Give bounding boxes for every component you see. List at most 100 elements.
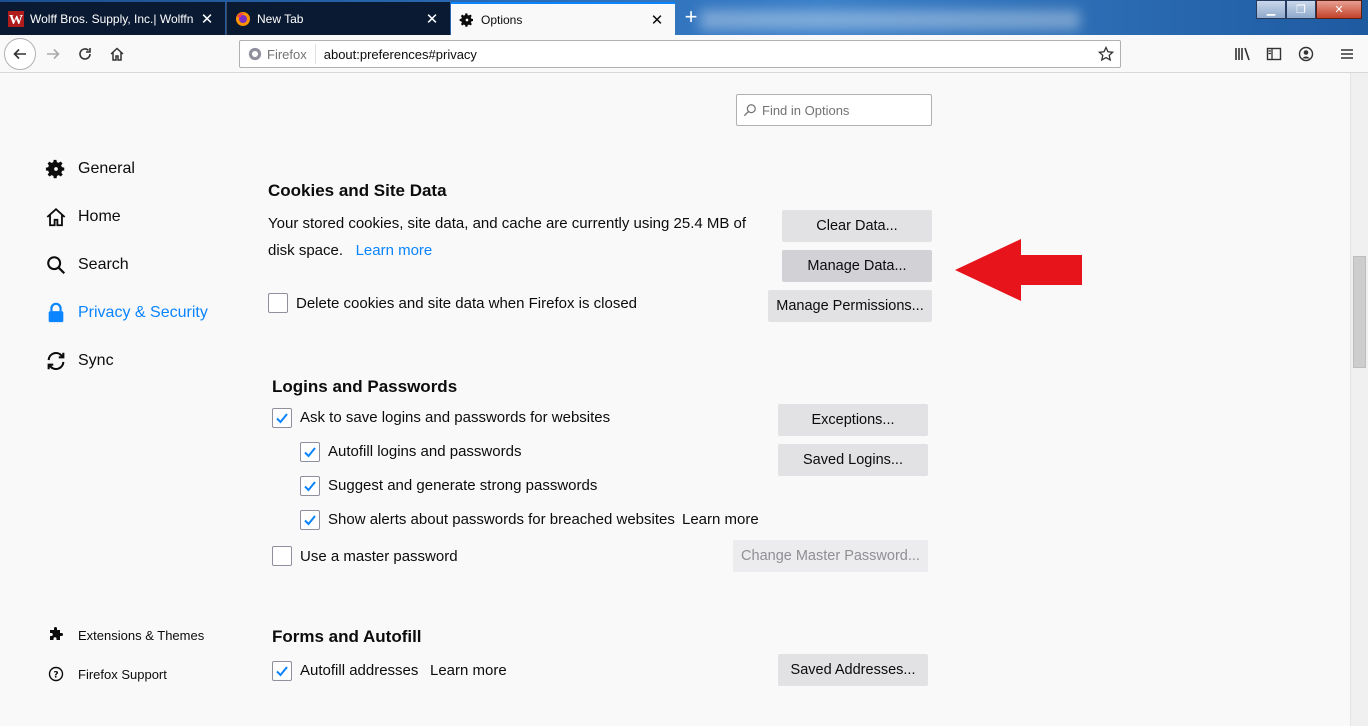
forward-arrow-icon: [47, 48, 60, 60]
manage-data-button[interactable]: Manage Data...: [782, 250, 932, 282]
tab-wolff[interactable]: W Wolff Bros. Supply, Inc.| Wolffn ✕: [0, 2, 225, 35]
close-window-icon[interactable]: ✕: [1316, 0, 1362, 19]
delete-cookies-label[interactable]: Delete cookies and site data when Firefo…: [296, 295, 637, 312]
back-arrow-icon: [13, 48, 26, 60]
autofill-addresses-checkbox[interactable]: [272, 661, 292, 681]
firefox-icon: [248, 47, 262, 61]
find-in-options[interactable]: [736, 94, 932, 126]
search-input[interactable]: [762, 102, 922, 118]
close-tab-icon[interactable]: ✕: [197, 9, 217, 29]
url-bar[interactable]: Firefox about:preferences#privacy: [239, 40, 1121, 68]
vertical-scrollbar[interactable]: [1350, 73, 1368, 726]
master-password-label[interactable]: Use a master password: [300, 548, 458, 565]
forms-learn-more-link[interactable]: Learn more: [430, 662, 507, 679]
sidebar-item-general[interactable]: General: [44, 155, 135, 183]
manage-permissions-button[interactable]: Manage Permissions...: [768, 290, 932, 322]
sidebar-item-label: Privacy & Security: [78, 304, 208, 321]
sidebar-item-label: General: [78, 160, 135, 177]
cookies-usage-text: Your stored cookies, site data, and cach…: [268, 210, 746, 264]
cookies-desc-line2: disk space. Learn more: [268, 237, 746, 264]
saved-addresses-label: Saved Addresses...: [790, 662, 916, 678]
forward-button[interactable]: [38, 39, 68, 69]
sidebar-item-support[interactable]: ? Firefox Support: [46, 660, 167, 688]
sidebar-item-search[interactable]: Search: [44, 251, 129, 279]
account-icon[interactable]: [1291, 39, 1321, 69]
cookies-desc-line1: Your stored cookies, site data, and cach…: [268, 215, 747, 232]
manage-permissions-label: Manage Permissions...: [776, 298, 924, 314]
sidebar-item-label: Sync: [78, 352, 114, 369]
sync-icon: [44, 349, 68, 373]
maximize-icon[interactable]: ❐: [1286, 0, 1316, 19]
saved-logins-label: Saved Logins...: [803, 452, 903, 468]
home-icon: [110, 47, 124, 61]
sidebar-item-sync[interactable]: Sync: [44, 347, 114, 375]
suggest-passwords-label[interactable]: Suggest and generate strong passwords: [328, 477, 597, 494]
sidebar-item-label: Firefox Support: [78, 666, 167, 682]
search-icon: [743, 104, 756, 117]
exceptions-label: Exceptions...: [811, 412, 895, 428]
autofill-addresses-label[interactable]: Autofill addresses: [300, 662, 418, 679]
sidebar-item-label: Extensions & Themes: [78, 627, 205, 643]
cookies-learn-more-link[interactable]: Learn more: [356, 242, 433, 259]
change-master-password-label: Change Master Password...: [741, 548, 920, 564]
lock-icon: [44, 301, 68, 325]
identity-box[interactable]: Firefox: [240, 44, 316, 64]
cookies-desc-line2-text: disk space.: [268, 242, 344, 259]
forms-heading: Forms and Autofill: [272, 627, 422, 646]
close-tab-icon[interactable]: ✕: [422, 9, 442, 29]
close-tab-icon[interactable]: ✕: [647, 10, 667, 30]
sidebar-item-home[interactable]: Home: [44, 203, 121, 231]
saved-addresses-button[interactable]: Saved Addresses...: [778, 654, 928, 686]
w-logo-icon: W: [8, 10, 24, 27]
ask-save-logins-checkbox[interactable]: [272, 408, 292, 428]
sidebar-toggle-icon[interactable]: [1259, 39, 1289, 69]
gear-icon: [44, 157, 68, 181]
autofill-logins-label[interactable]: Autofill logins and passwords: [328, 443, 521, 460]
breach-alerts-learn-more-link[interactable]: Learn more: [682, 511, 759, 528]
sidebar-item-extensions[interactable]: Extensions & Themes: [46, 621, 204, 649]
tab-strip: W Wolff Bros. Supply, Inc.| Wolffn ✕ New…: [0, 0, 1368, 35]
reload-button[interactable]: [70, 39, 100, 69]
window-controls: ▁ ❐ ✕: [1256, 0, 1362, 19]
tab-new-tab[interactable]: New Tab ✕: [226, 2, 450, 35]
red-arrow-icon: [955, 239, 1082, 301]
logins-heading: Logins and Passwords: [272, 377, 458, 396]
delete-cookies-checkbox[interactable]: [268, 293, 288, 313]
tab-options[interactable]: Options ✕: [451, 2, 675, 35]
search-icon: [44, 253, 68, 277]
ask-save-logins-label[interactable]: Ask to save logins and passwords for web…: [300, 409, 610, 426]
minimize-icon[interactable]: ▁: [1256, 0, 1286, 19]
exceptions-button[interactable]: Exceptions...: [778, 404, 928, 436]
home-icon: [44, 205, 68, 229]
library-icon[interactable]: [1228, 39, 1258, 69]
firefox-icon: [235, 11, 251, 27]
sidebar-item-label: Search: [78, 256, 129, 273]
help-icon: ?: [46, 662, 66, 686]
autofill-logins-checkbox[interactable]: [300, 442, 320, 462]
clear-data-label: Clear Data...: [816, 218, 898, 234]
back-button[interactable]: [4, 38, 36, 70]
puzzle-icon: [46, 623, 66, 647]
suggest-passwords-checkbox[interactable]: [300, 476, 320, 496]
clear-data-button[interactable]: Clear Data...: [782, 210, 932, 242]
cookies-heading: Cookies and Site Data: [268, 181, 447, 200]
url-text[interactable]: about:preferences#privacy: [316, 47, 1092, 62]
manage-data-label: Manage Data...: [807, 258, 907, 274]
sidebar-item-label: Home: [78, 208, 121, 225]
breach-alerts-checkbox[interactable]: [300, 510, 320, 530]
tab-title: Options: [481, 12, 523, 27]
preferences-page: General Home Search Privacy & Security S…: [0, 73, 1350, 726]
tab-title: New Tab: [257, 11, 304, 26]
saved-logins-button[interactable]: Saved Logins...: [778, 444, 928, 476]
svg-text:?: ?: [53, 671, 58, 681]
master-password-checkbox[interactable]: [272, 546, 292, 566]
change-master-password-button: Change Master Password...: [733, 540, 928, 572]
new-tab-button[interactable]: +: [676, 3, 706, 31]
scrollbar-thumb[interactable]: [1353, 256, 1366, 368]
bookmark-star-icon[interactable]: [1092, 46, 1120, 62]
menu-hamburger-icon[interactable]: [1332, 39, 1362, 69]
navigation-toolbar: Firefox about:preferences#privacy: [0, 35, 1368, 73]
home-button[interactable]: [102, 39, 132, 69]
sidebar-item-privacy[interactable]: Privacy & Security: [44, 299, 208, 327]
breach-alerts-label[interactable]: Show alerts about passwords for breached…: [328, 511, 675, 528]
